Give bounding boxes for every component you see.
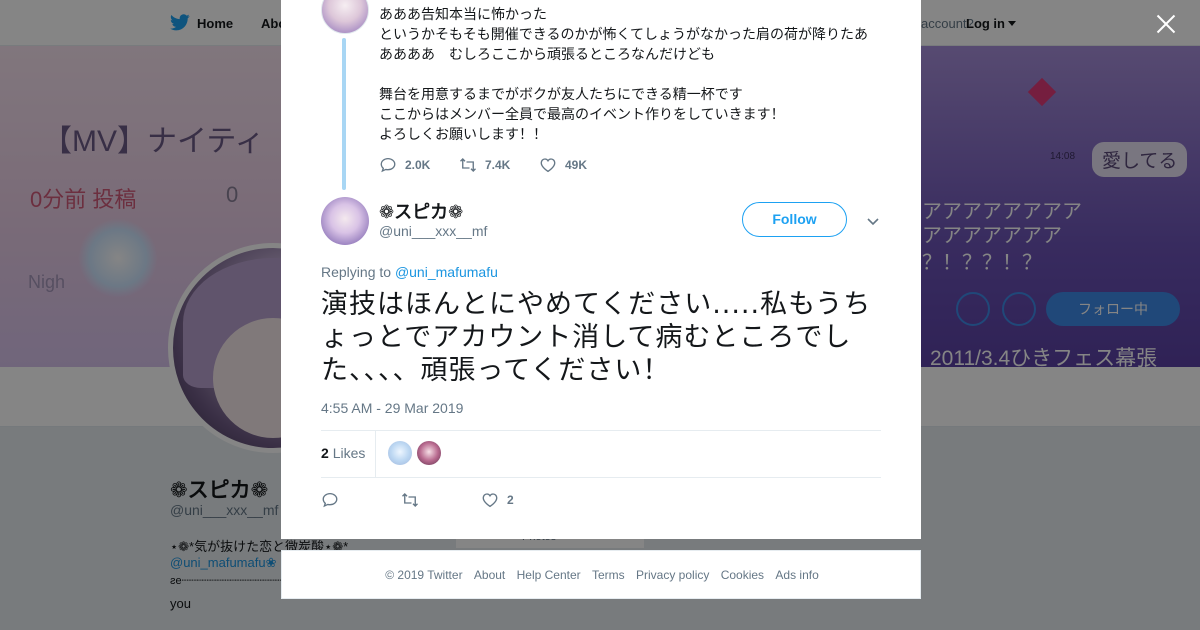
parent-tweet-line: というかそもそも開催できるのかが怖くてしょうがなかった肩の荷が降りたあ <box>379 27 869 43</box>
footer-link-terms[interactable]: Terms <box>592 568 625 582</box>
tweet-author-name[interactable]: ❁スピカ❁ <box>379 198 463 224</box>
parent-tweet-line: あああ告知本当に怖かった <box>379 7 547 23</box>
retweet-action[interactable] <box>401 490 419 510</box>
footer-link-ads-info[interactable]: Ads info <box>775 568 818 582</box>
tweet-stats: 2 Likes <box>321 431 881 477</box>
replying-to: Replying to @uni_mafumafu <box>321 264 498 280</box>
modal-footer: © 2019 Twitter About Help Center Terms P… <box>281 550 921 599</box>
parent-retweet-action[interactable]: 7.4K <box>459 155 510 175</box>
tweet-permalink-modal: あああ告知本当に怖かった というかそもそも開催できるのかが怖くてしょうがなかった… <box>281 0 921 539</box>
like-count: 2 <box>507 493 514 507</box>
parent-tweet-line: 舞台を用意するまでがボクが友人たちにできる精一杯です <box>379 87 743 103</box>
tweet-author-handle[interactable]: @uni___xxx__mf <box>379 223 487 239</box>
footer-copyright: © 2019 Twitter <box>385 568 463 582</box>
divider <box>321 477 881 478</box>
chevron-down-icon[interactable] <box>865 213 881 229</box>
likes-word: Likes <box>332 445 366 461</box>
parent-tweet-avatar[interactable] <box>321 0 369 34</box>
parent-like-count: 49K <box>565 158 588 172</box>
parent-like-action[interactable]: 49K <box>539 155 587 175</box>
footer-link-privacy[interactable]: Privacy policy <box>636 568 709 582</box>
parent-tweet-text: あああ告知本当に怖かった というかそもそも開催できるのかが怖くてしょうがなかった… <box>379 5 899 145</box>
reply-action[interactable] <box>321 490 339 510</box>
retweet-icon <box>402 493 418 507</box>
footer-link-about[interactable]: About <box>474 568 505 582</box>
parent-tweet-line: ここからはメンバー全員で最高のイベント作りをしていきます！ <box>379 107 785 123</box>
tweet-text: 演技はほんとにやめてください.....私もうちょっとでアカウント消して病むところ… <box>321 289 872 386</box>
like-action[interactable]: 2 <box>481 490 514 510</box>
likes-stat[interactable]: 2 Likes <box>321 445 365 461</box>
replying-prefix: Replying to <box>321 264 395 280</box>
divider <box>375 431 376 477</box>
liker-avatar[interactable] <box>417 441 441 465</box>
parent-retweet-count: 7.4K <box>485 158 511 172</box>
footer-link-cookies[interactable]: Cookies <box>721 568 764 582</box>
tweet-timestamp[interactable]: 4:55 AM - 29 Mar 2019 <box>321 400 463 416</box>
footer-links: © 2019 Twitter About Help Center Terms P… <box>282 568 922 582</box>
follow-button[interactable]: Follow <box>742 202 847 237</box>
heart-icon <box>482 493 498 508</box>
reply-icon <box>322 492 338 508</box>
heart-icon <box>540 158 556 173</box>
parent-tweet-line: ああああ むしろここから頑張るところなんだけども <box>379 47 715 63</box>
retweet-icon <box>460 158 476 172</box>
footer-link-help-center[interactable]: Help Center <box>517 568 581 582</box>
tweet-author-avatar[interactable] <box>321 197 369 245</box>
reply-icon <box>380 157 396 173</box>
replying-to-link[interactable]: @uni_mafumafu <box>395 264 498 280</box>
parent-tweet-line <box>379 65 899 85</box>
close-icon[interactable] <box>1154 12 1178 36</box>
liker-avatar[interactable] <box>388 441 412 465</box>
likes-number: 2 <box>321 445 329 461</box>
parent-reply-count: 2.0K <box>405 158 431 172</box>
parent-reply-action[interactable]: 2.0K <box>379 155 430 175</box>
thread-connector-line <box>342 38 346 190</box>
parent-tweet-line: よろしくお願いします！！ <box>379 127 547 143</box>
